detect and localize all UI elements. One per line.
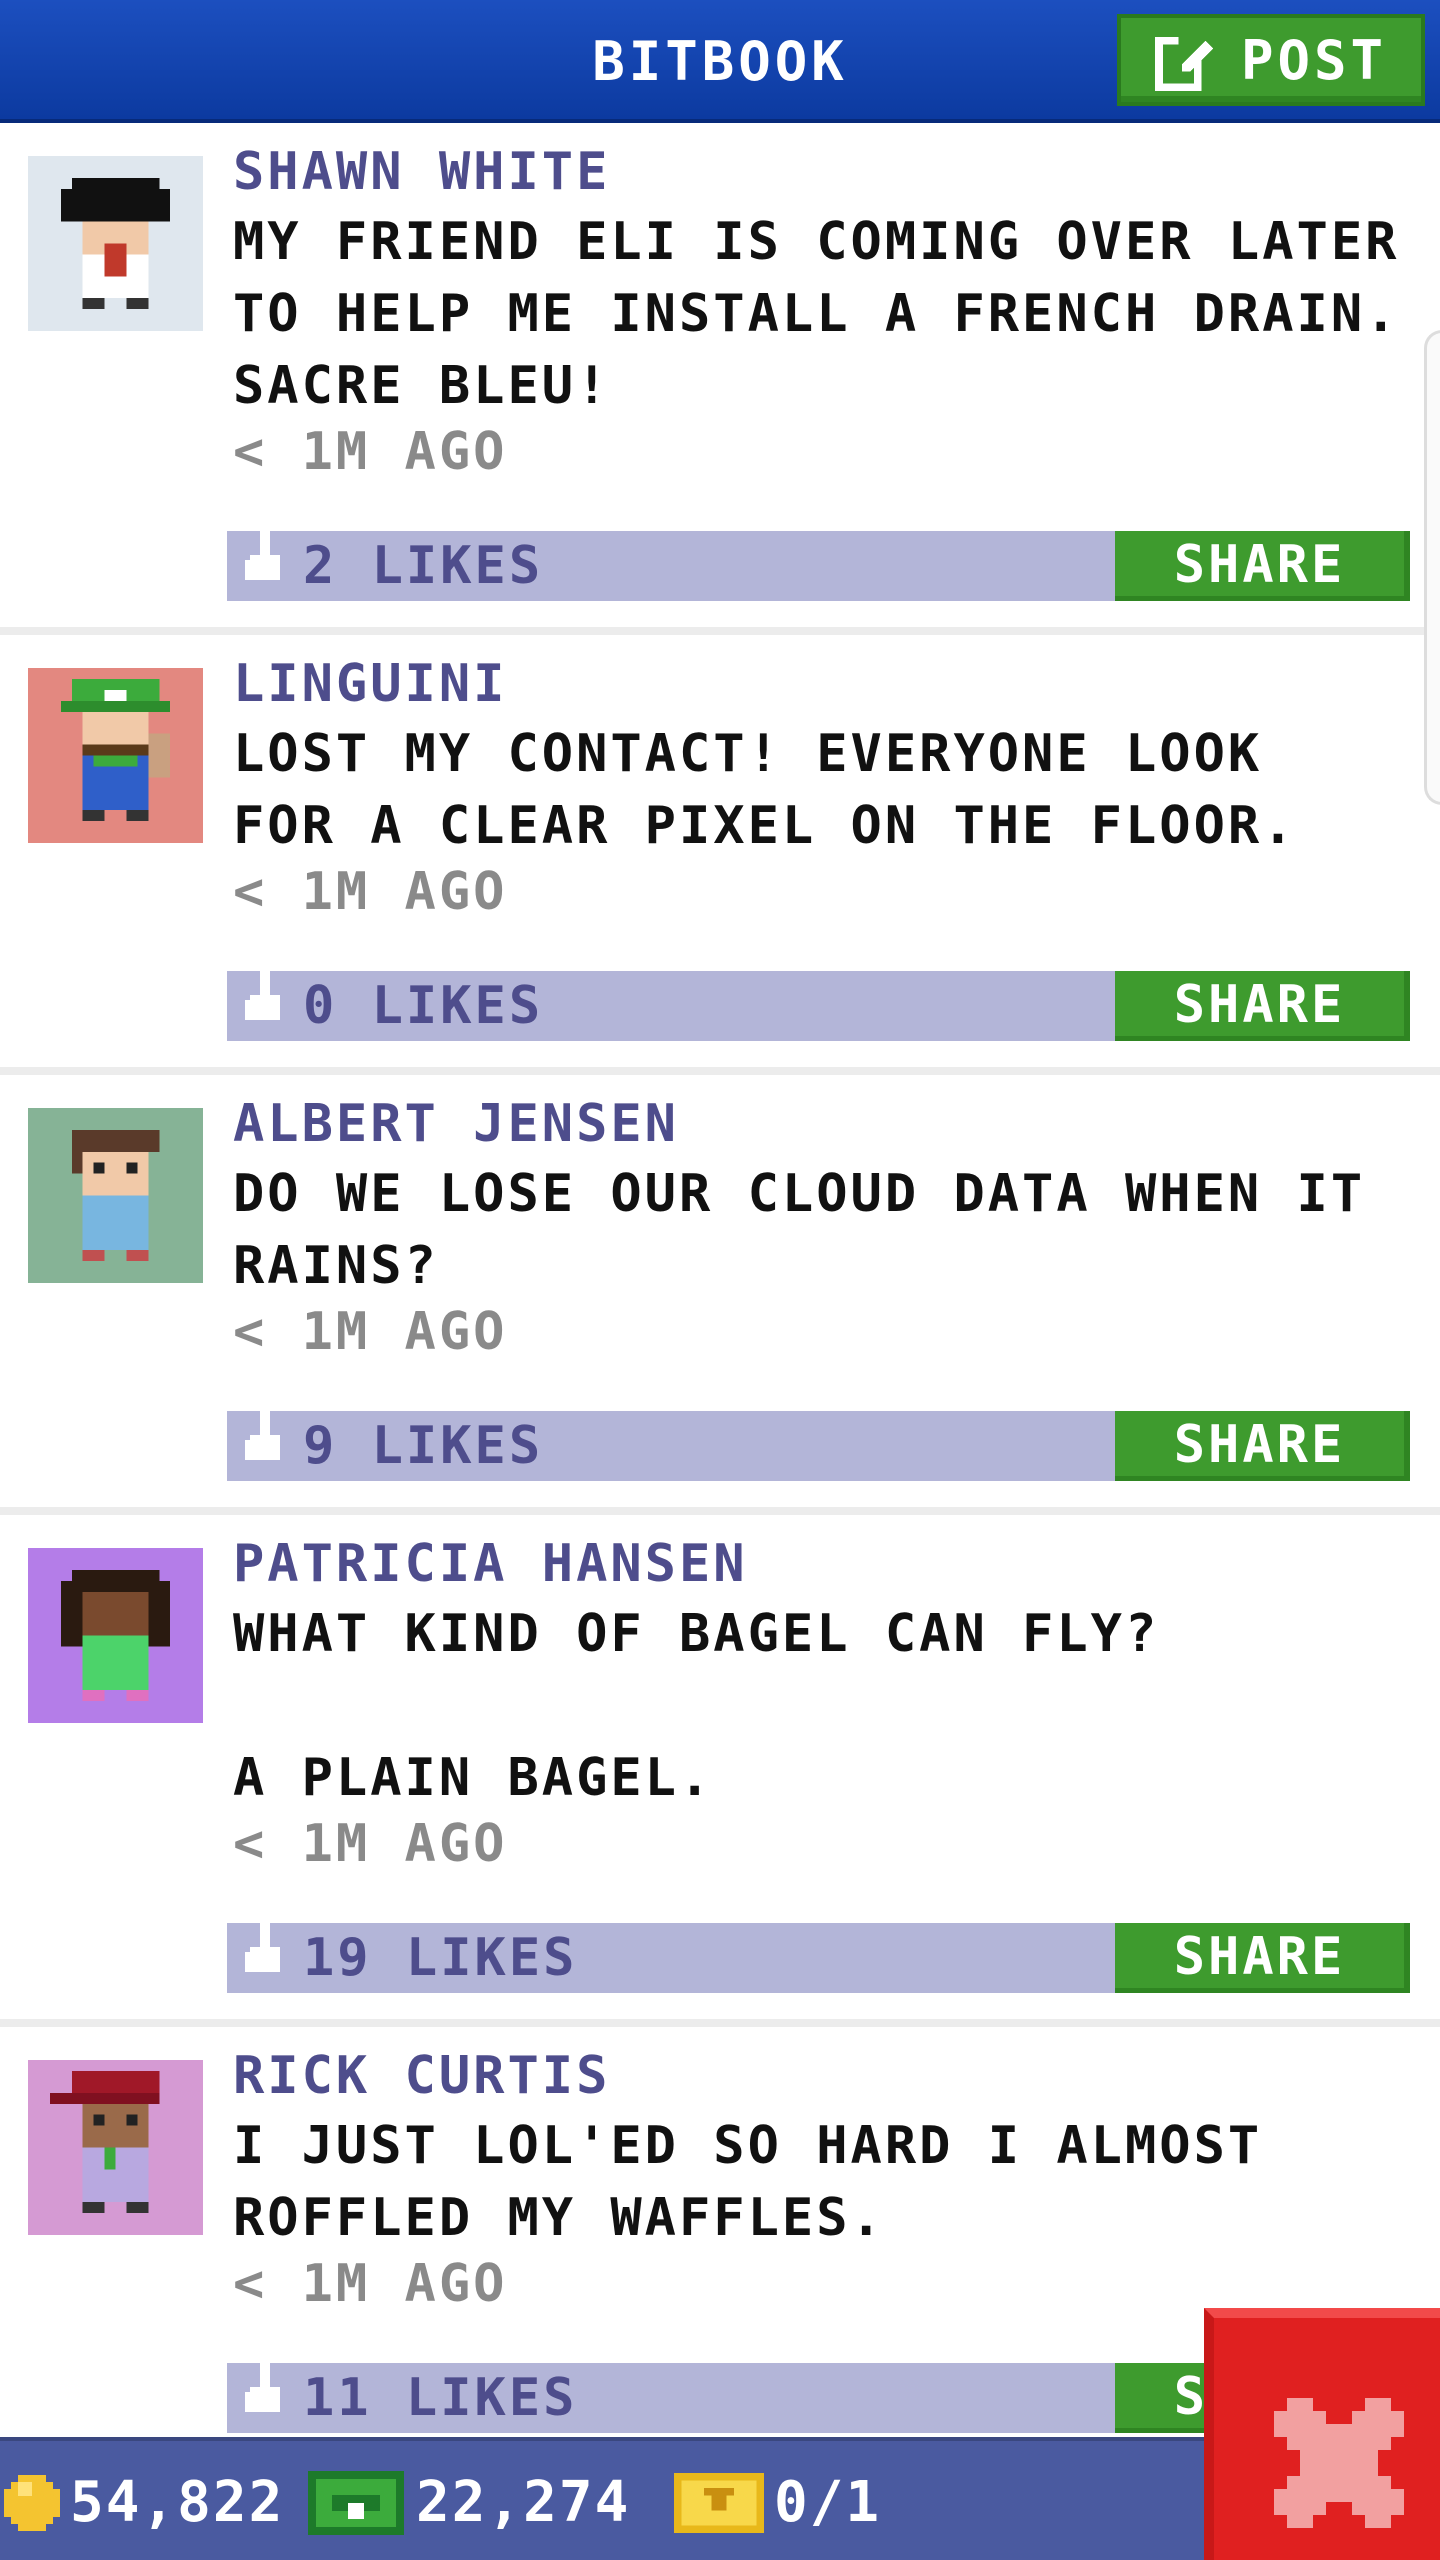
- like-count: 19 LIKES: [303, 1928, 578, 1988]
- tickets-value: 0/1: [774, 2470, 882, 2535]
- tickets-stat: 0/1: [674, 2441, 881, 2560]
- ticket-icon: [674, 2472, 764, 2533]
- post-divider: [0, 627, 1440, 635]
- coins-stat: 54,822: [4, 2441, 284, 2560]
- post-timestamp: < 1M AGO: [233, 2254, 508, 2314]
- share-button[interactable]: SHARE: [1115, 971, 1410, 1041]
- share-button[interactable]: SHARE: [1115, 531, 1410, 601]
- share-button[interactable]: SHARE: [1115, 1923, 1410, 1993]
- like-bar: 9 LIKES SHARE: [227, 1410, 1410, 1481]
- post-timestamp: < 1M AGO: [233, 422, 508, 482]
- post-text: MY FRIEND ELI IS COMING OVER LATER TO HE…: [233, 212, 1400, 416]
- like-bar: 2 LIKES SHARE: [227, 530, 1410, 601]
- thumbs-up-icon: [245, 1410, 280, 1460]
- post-divider: [0, 2019, 1440, 2027]
- thumbs-up-icon: [245, 2362, 280, 2412]
- coin-icon: [4, 2474, 60, 2531]
- like-button[interactable]: 9 LIKES: [227, 1410, 544, 1481]
- avatar-shawn-white: [28, 156, 203, 331]
- close-icon: [1274, 2398, 1404, 2528]
- like-button[interactable]: 11 LIKES: [227, 2362, 578, 2433]
- post-text: DO WE LOSE OUR CLOUD DATA WHEN IT RAINS?: [233, 1164, 1366, 1296]
- post-button[interactable]: POST: [1117, 14, 1425, 106]
- post-author[interactable]: RICK CURTIS: [233, 2046, 610, 2106]
- like-count: 0 LIKES: [303, 976, 544, 1036]
- post-text: WHAT KIND OF BAGEL CAN FLY? A PLAIN BAGE…: [233, 1604, 1160, 1808]
- edit-icon: [1154, 32, 1214, 91]
- post-author[interactable]: LINGUINI: [233, 654, 507, 714]
- post-author[interactable]: PATRICIA HANSEN: [233, 1534, 748, 1594]
- like-count: 2 LIKES: [303, 536, 544, 596]
- avatar-patricia-hansen: [28, 1548, 203, 1723]
- thumbs-up-icon: [245, 970, 280, 1020]
- close-button[interactable]: [1204, 2308, 1440, 2560]
- bux-icon: [308, 2470, 404, 2535]
- app-header: BITBOOK POST: [0, 0, 1440, 123]
- like-button[interactable]: 19 LIKES: [227, 1922, 578, 1993]
- like-bar: 19 LIKES SHARE: [227, 1922, 1410, 1993]
- like-count: 11 LIKES: [303, 2368, 578, 2428]
- bux-value: 22,274: [416, 2470, 631, 2535]
- post-divider: [0, 1067, 1440, 1075]
- post-button-label: POST: [1240, 28, 1388, 92]
- bux-stat: 22,274: [306, 2441, 630, 2560]
- coins-value: 54,822: [70, 2470, 285, 2535]
- post-timestamp: < 1M AGO: [233, 862, 508, 922]
- like-count: 9 LIKES: [303, 1416, 544, 1476]
- post-author[interactable]: ALBERT JENSEN: [233, 1094, 679, 1154]
- avatar-rick-curtis: [28, 2060, 203, 2235]
- post-timestamp: < 1M AGO: [233, 1814, 508, 1874]
- avatar-albert-jensen: [28, 1108, 203, 1283]
- scroll-indicator[interactable]: [1424, 330, 1440, 805]
- thumbs-up-icon: [245, 530, 280, 580]
- like-button[interactable]: 2 LIKES: [227, 530, 544, 601]
- avatar-linguini: [28, 668, 203, 843]
- post-text: LOST MY CONTACT! EVERYONE LOOK FOR A CLE…: [233, 724, 1297, 856]
- post-divider: [0, 1507, 1440, 1515]
- like-button[interactable]: 0 LIKES: [227, 970, 544, 1041]
- post-timestamp: < 1M AGO: [233, 1302, 508, 1362]
- thumbs-up-icon: [245, 1922, 280, 1972]
- post-text: I JUST LOL'ED SO HARD I ALMOST ROFFLED M…: [233, 2116, 1263, 2248]
- like-bar: 0 LIKES SHARE: [227, 970, 1410, 1041]
- share-button[interactable]: SHARE: [1115, 1411, 1410, 1481]
- post-author[interactable]: SHAWN WHITE: [233, 142, 610, 202]
